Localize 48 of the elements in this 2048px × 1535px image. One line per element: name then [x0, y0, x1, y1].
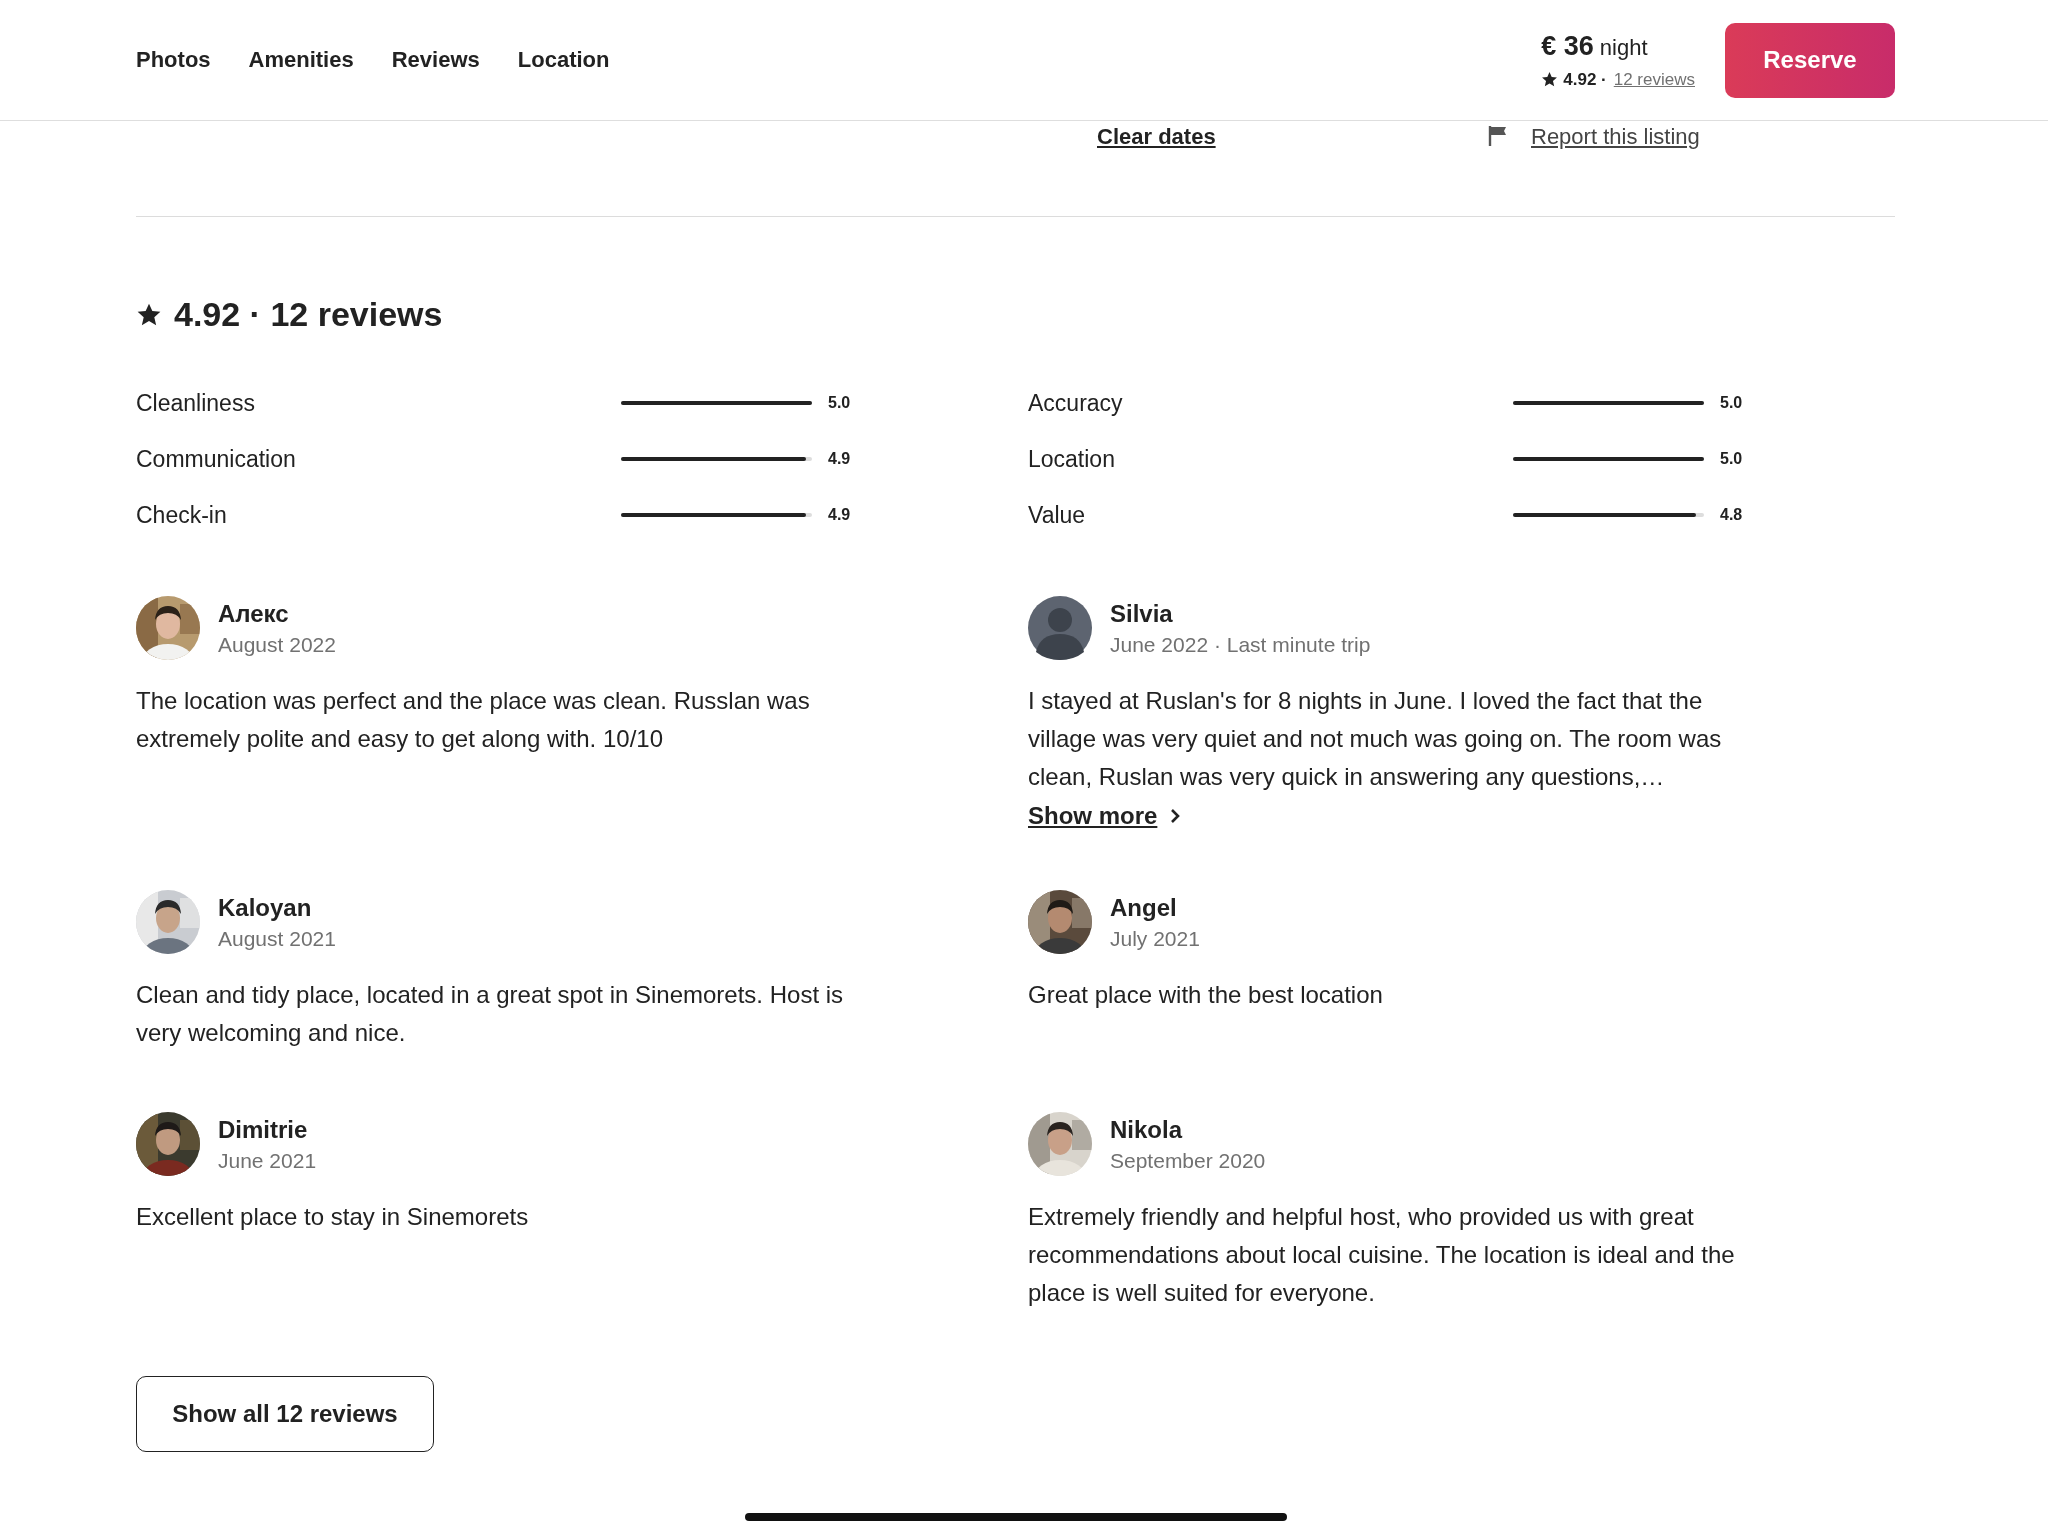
reviewer-name: Silvia: [1110, 599, 1174, 628]
review-text: Excellent place to stay in Sinemorets: [136, 1202, 530, 1232]
chevron-right-icon: [1169, 808, 1182, 824]
nav-link[interactable]: Photos: [136, 47, 211, 73]
category-label: Communication: [136, 445, 297, 473]
reserve-button[interactable]: Reserve: [1725, 22, 1895, 98]
reviewer-name: Kaloyan: [218, 893, 313, 922]
category-score: 5.0: [1720, 450, 1743, 468]
review-date: June 2021: [218, 1148, 317, 1173]
category-score: 4.9: [828, 506, 851, 524]
price-amount: € 36: [1541, 30, 1594, 62]
show-more-link[interactable]: Show more: [1028, 802, 1182, 830]
avatar-silhouette-icon: [1028, 596, 1092, 660]
flag-icon: [1487, 124, 1509, 148]
category-label: Value: [1028, 501, 1087, 529]
review-text: Extremely friendly and helpful host, who provided us with great recommendations about local cuisine. The location is ideal and the place is well suited for everyone.: [1028, 1202, 1736, 1308]
review-text: Great place with the best location: [1028, 980, 1384, 1010]
category-label: Cleanliness: [136, 389, 256, 417]
category-score: 5.0: [1720, 394, 1743, 412]
reviewer-name: Dimitrie: [218, 1115, 309, 1144]
price-unit: night: [1599, 34, 1648, 61]
category-label: Location: [1028, 445, 1116, 473]
reviewer-name: Nikola: [1110, 1115, 1184, 1144]
reviewer-name: Алекс: [218, 599, 290, 628]
clear-dates-link[interactable]: Clear dates: [1097, 124, 1216, 150]
review-date: August 2022: [218, 632, 336, 657]
show-all-reviews-button[interactable]: Show all 12 reviews: [136, 1376, 434, 1452]
review-date: September 2020: [1110, 1148, 1266, 1173]
review-date: August 2021: [218, 926, 336, 951]
nav-link[interactable]: Location: [517, 47, 610, 73]
reviewer-name: Angel: [1110, 893, 1178, 922]
nav-link[interactable]: Amenities: [248, 47, 354, 73]
star-icon: [1541, 71, 1559, 88]
reviews-heading: 4.92 · 12 reviews: [174, 295, 443, 334]
review-text: Clean and tidy place, located in a great spot in Sinemorets. Host is very welcoming and nice.: [136, 980, 845, 1048]
reviews-link[interactable]: 12 reviews: [1613, 69, 1695, 90]
review-text: The location was perfect and the place was clean. Russlan was extremely polite and easy to get along with. 10/10: [136, 686, 811, 754]
category-label: Accuracy: [1028, 389, 1124, 417]
review-date: June 2022 · Last minute trip: [1110, 632, 1371, 657]
rating-value: 4.92 ·: [1563, 69, 1607, 90]
review-date: July 2021: [1110, 926, 1200, 951]
category-score: 4.8: [1720, 506, 1743, 524]
review-text: I stayed at Ruslan's for 8 nights in June. I loved the fact that the village was very quiet and not much was going on. The room was clean, Ruslan was very quick in answering any questions,…: [1028, 686, 1723, 792]
report-listing-link[interactable]: Report this listing: [1531, 124, 1700, 150]
category-score: 4.9: [828, 450, 851, 468]
nav-link[interactable]: Reviews: [391, 47, 480, 73]
category-label: Check-in: [136, 501, 228, 529]
category-score: 5.0: [828, 394, 851, 412]
